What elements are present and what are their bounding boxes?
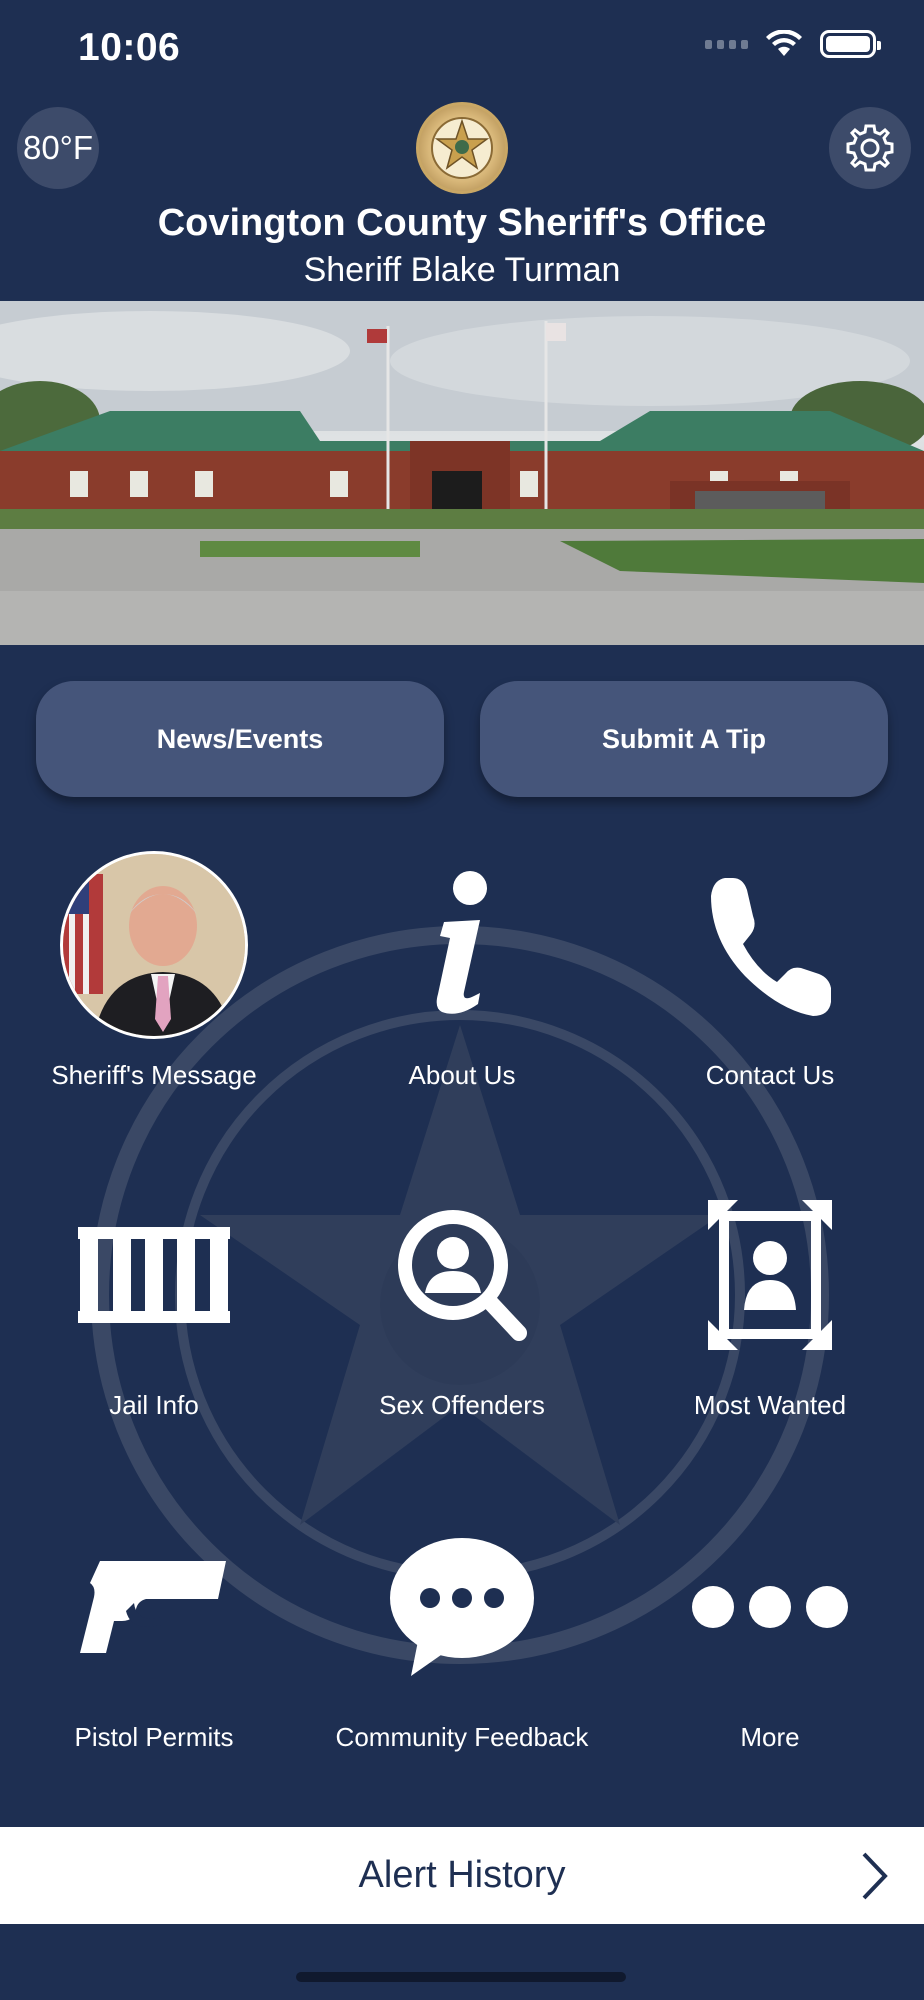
home-indicator[interactable]	[296, 1972, 626, 1982]
pistol-icon	[80, 1561, 226, 1653]
gear-icon	[846, 124, 894, 172]
weather-badge[interactable]: 80°F	[17, 107, 99, 189]
menu-jail-info[interactable]: Jail Info	[0, 1180, 308, 1480]
menu-sheriffs-message[interactable]: Sheriff's Message	[0, 850, 308, 1150]
menu-label: More	[740, 1722, 800, 1752]
news-events-button[interactable]: News/Events	[36, 681, 444, 797]
chat-bubble-icon	[390, 1538, 534, 1676]
alert-history-bar[interactable]: Alert History	[0, 1827, 924, 1924]
menu-label: Most Wanted	[693, 1390, 847, 1420]
sheriff-badge-logo	[416, 102, 508, 194]
cellular-signal-icon	[705, 39, 748, 49]
menu-label: Contact Us	[705, 1060, 835, 1090]
menu-most-wanted[interactable]: Most Wanted	[616, 1180, 924, 1480]
menu-about-us[interactable]: About Us	[308, 850, 616, 1150]
person-search-icon	[398, 1210, 527, 1341]
wifi-icon	[766, 30, 802, 56]
menu-label: Jail Info	[109, 1390, 199, 1420]
more-dots-icon	[692, 1586, 848, 1628]
menu-sex-offenders[interactable]: Sex Offenders	[308, 1180, 616, 1480]
menu-label: Pistol Permits	[74, 1722, 234, 1752]
phone-icon	[711, 878, 831, 1016]
menu-pistol-permits[interactable]: Pistol Permits	[0, 1512, 308, 1812]
menu-community-feedback[interactable]: Community Feedback	[308, 1512, 616, 1812]
menu-label: About Us	[408, 1060, 516, 1090]
sheriff-name: Sheriff Blake Turman	[303, 251, 621, 289]
sheriff-photo	[60, 851, 248, 1039]
agency-title: Covington County Sheriff's Office	[157, 202, 767, 244]
menu-label: Sex Offenders	[379, 1390, 545, 1420]
submit-tip-button[interactable]: Submit A Tip	[480, 681, 888, 797]
status-icons	[705, 30, 881, 58]
status-time: 10:06	[78, 26, 181, 69]
menu-label: Sheriff's Message	[51, 1060, 257, 1090]
menu-contact-us[interactable]: Contact Us	[616, 850, 924, 1150]
jail-bars-icon	[78, 1227, 230, 1323]
menu-more[interactable]: More	[616, 1512, 924, 1812]
settings-button[interactable]	[829, 107, 911, 189]
office-building-photo	[0, 301, 924, 645]
info-icon	[436, 871, 487, 1014]
alert-history-label: Alert History	[358, 1854, 566, 1896]
chevron-right-icon	[862, 1852, 888, 1900]
wanted-poster-icon	[708, 1200, 832, 1350]
menu-label: Community Feedback	[335, 1722, 589, 1752]
battery-icon	[820, 30, 881, 58]
